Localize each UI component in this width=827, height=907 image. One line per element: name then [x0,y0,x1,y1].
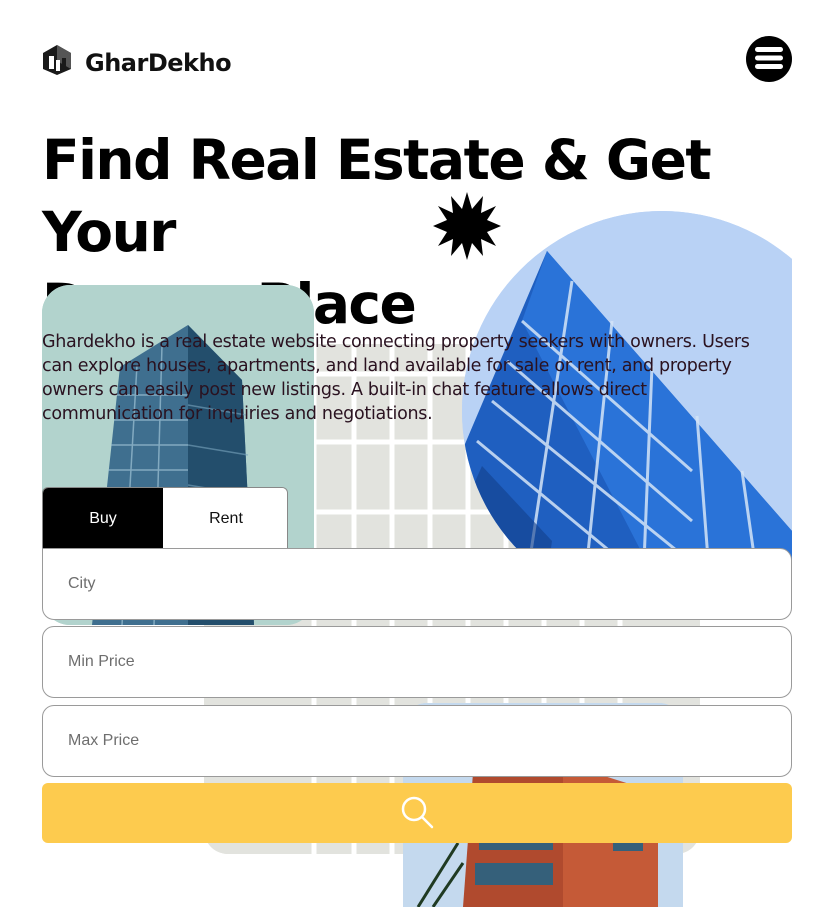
brand-name: GharDekho [85,48,232,77]
search-icon [400,795,434,832]
tab-buy[interactable]: Buy [43,488,163,549]
min-price-input[interactable] [42,626,792,698]
search-button[interactable] [42,783,792,843]
page-title-line-1: Find Real Estate & Get Your [42,128,712,264]
max-price-input[interactable] [42,705,792,777]
house-logo-icon [42,44,72,81]
hero-description: Ghardekho is a real estate website conne… [42,332,750,424]
starburst-icon [433,192,501,260]
logo[interactable]: GharDekho [42,44,232,81]
listing-type-tabs: Buy Rent [42,487,288,549]
hamburger-menu-icon [752,41,786,78]
menu-button[interactable] [746,36,792,82]
site-header: GharDekho [42,36,792,82]
city-input[interactable] [42,548,792,620]
tab-rent[interactable]: Rent [163,488,287,549]
